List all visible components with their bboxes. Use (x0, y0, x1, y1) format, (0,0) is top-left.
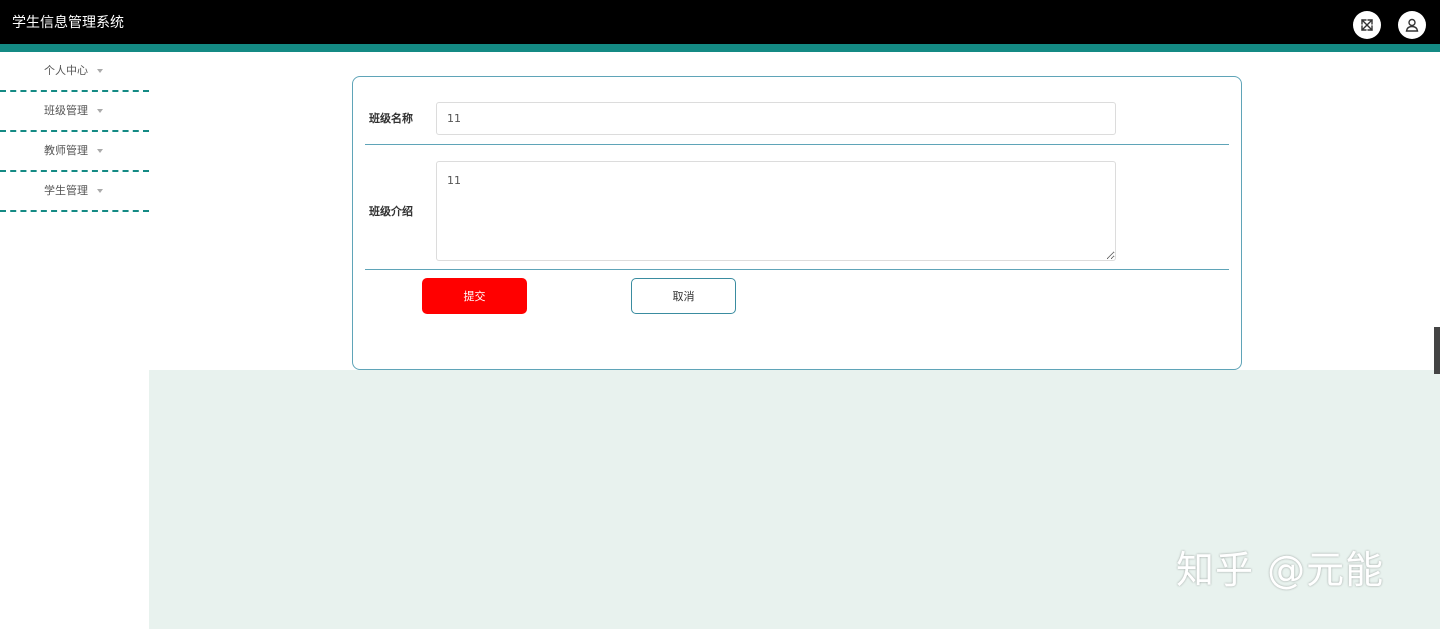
scrollbar-thumb[interactable] (1434, 327, 1440, 374)
sidebar-item-label: 学生管理 (44, 184, 88, 197)
caret-down-icon (97, 69, 103, 73)
sidebar-item-label: 个人中心 (44, 64, 88, 77)
top-bar: 学生信息管理系统 (0, 0, 1440, 44)
caret-down-icon (97, 149, 103, 153)
user-avatar-button[interactable] (1398, 11, 1426, 39)
app-title: 学生信息管理系统 (12, 15, 124, 31)
sidebar-item-student-management[interactable]: 学生管理 (0, 172, 149, 212)
class-form-card: 班级名称 班级介绍 11 提交 取消 (352, 76, 1242, 370)
cancel-button[interactable]: 取消 (631, 278, 736, 314)
class-name-label: 班级名称 (369, 112, 413, 125)
submit-button[interactable]: 提交 (422, 278, 527, 314)
sidebar-item-label: 班级管理 (44, 104, 88, 117)
class-name-input[interactable] (436, 102, 1116, 135)
header-accent-bar (0, 44, 1440, 52)
class-intro-label: 班级介绍 (369, 205, 413, 218)
sidebar-item-class-management[interactable]: 班级管理 (0, 92, 149, 132)
sidebar-item-teacher-management[interactable]: 教师管理 (0, 132, 149, 172)
class-intro-textarea[interactable]: 11 (436, 161, 1116, 261)
sidebar: 个人中心 班级管理 教师管理 学生管理 (0, 52, 149, 629)
fullscreen-button[interactable] (1353, 11, 1381, 39)
caret-down-icon (97, 189, 103, 193)
fullscreen-toggle-icon (1361, 19, 1373, 31)
form-divider (365, 269, 1229, 270)
form-divider (365, 144, 1229, 145)
caret-down-icon (97, 109, 103, 113)
sidebar-item-label: 教师管理 (44, 144, 88, 157)
watermark: 知乎 @元能 (1176, 548, 1385, 592)
user-icon (1405, 18, 1419, 32)
sidebar-item-personal-center[interactable]: 个人中心 (0, 52, 149, 92)
